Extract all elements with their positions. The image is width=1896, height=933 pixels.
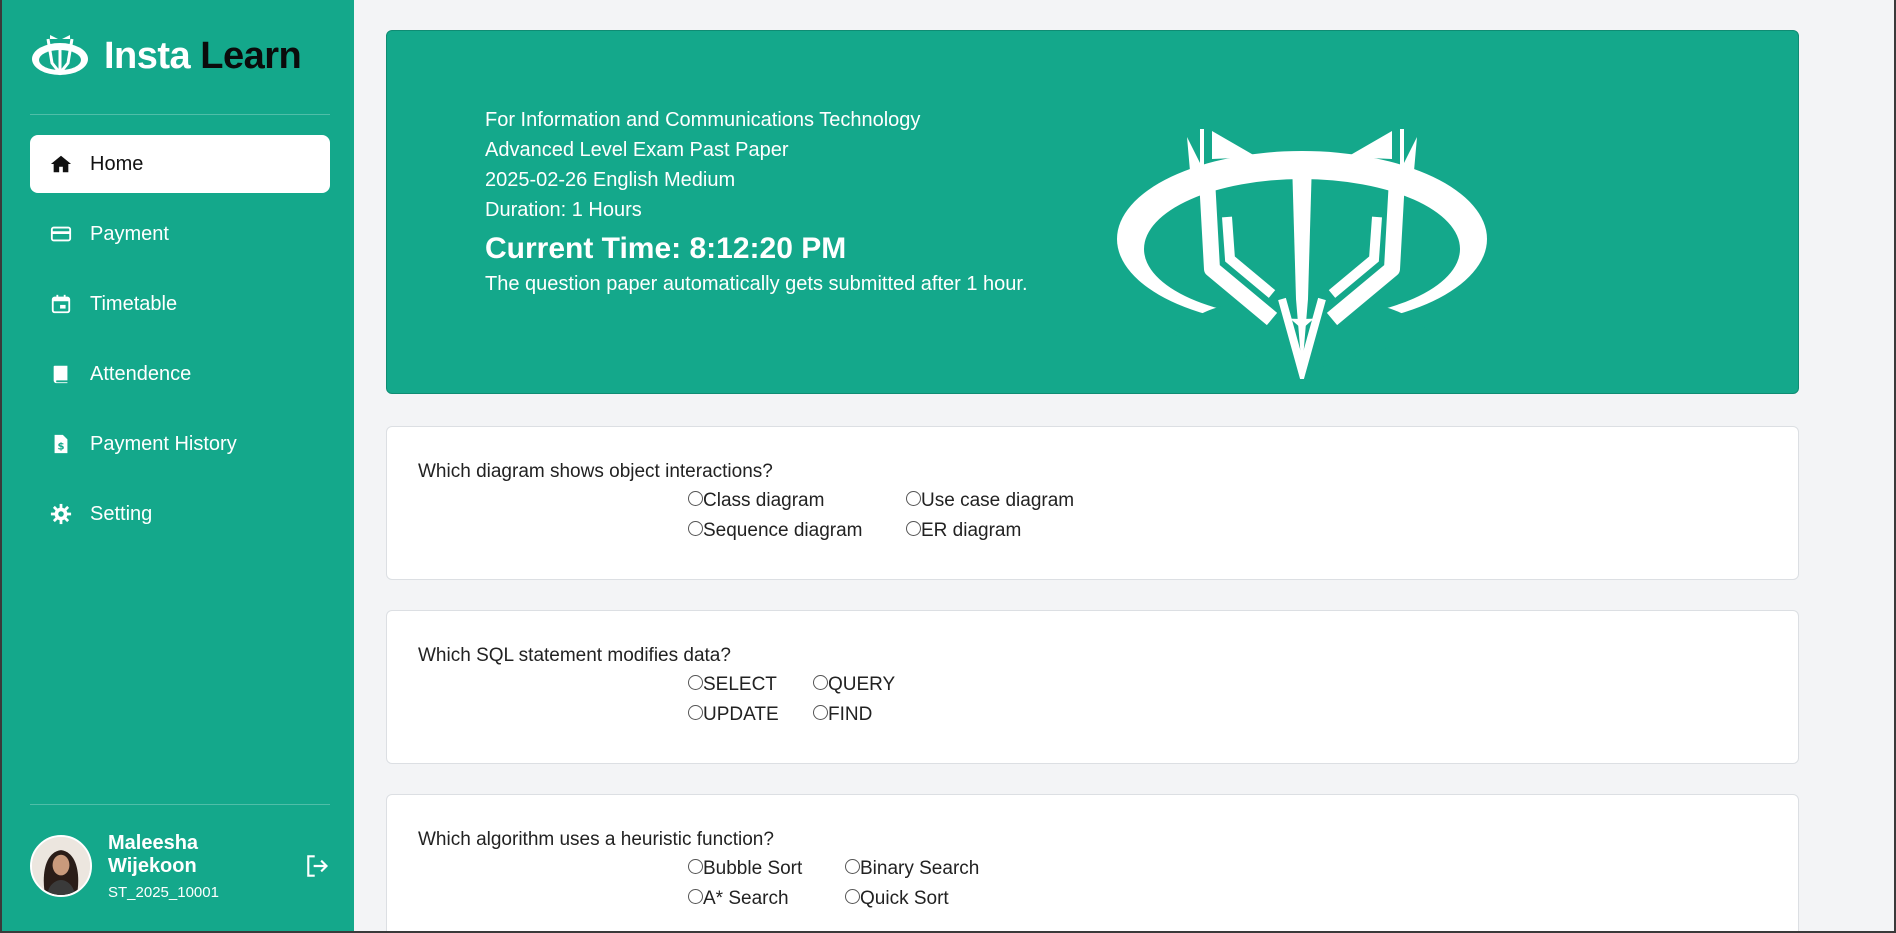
exam-header-banner: For Information and Communications Techn… [386, 30, 1799, 394]
user-name: Maleesha Wijekoon [108, 831, 199, 877]
current-time: Current Time: 8:12:20 PM [485, 232, 847, 265]
radio-button[interactable] [688, 490, 703, 506]
logout-icon[interactable] [304, 853, 330, 879]
sidebar-item-label: Attendence [90, 362, 192, 385]
svg-text:$: $ [57, 442, 64, 453]
option-label: ER diagram [921, 520, 1022, 541]
option-label: SELECT [703, 674, 777, 695]
brand-name-part1: Insta [104, 34, 191, 77]
brand[interactable]: Insta Learn [30, 26, 302, 86]
sidebar: Insta Learn Home Payment Timetable Atten… [2, 0, 354, 931]
dollar-document-icon: $ [54, 434, 68, 454]
question-card: Which diagram shows object interactions?… [386, 426, 1799, 580]
exam-subject: For Information and Communications Techn… [485, 109, 921, 131]
exam-date-medium: 2025-02-26 English Medium [485, 169, 736, 191]
option[interactable]: Class diagram [688, 489, 906, 513]
logo-icon [1117, 129, 1487, 379]
sidebar-item-setting[interactable]: Setting [30, 485, 330, 543]
sidebar-item-home[interactable]: Home [30, 135, 330, 193]
user-avatar-icon [32, 837, 90, 895]
calendar-icon [51, 294, 71, 314]
user-profile: Maleesha Wijekoon ST_2025_10001 [30, 831, 330, 901]
option[interactable]: Sequence diagram [688, 519, 906, 543]
logo-icon [32, 35, 88, 76]
avatar[interactable] [30, 835, 92, 897]
option-group: Bubble Sort Binary Search A* Search Quic… [688, 857, 979, 911]
question-text: Which diagram shows object interactions? [418, 461, 773, 482]
option-label: Class diagram [703, 490, 825, 511]
sidebar-item-label: Payment History [90, 432, 237, 455]
home-icon [50, 155, 72, 173]
option-label: UPDATE [703, 704, 779, 725]
option[interactable]: SELECT [688, 673, 813, 697]
sidebar-item-payment[interactable]: Payment [30, 205, 330, 263]
exam-duration: Duration: 1 Hours [485, 199, 642, 221]
gear-icon [50, 503, 72, 525]
question-text: Which algorithm uses a heuristic functio… [418, 829, 774, 850]
sidebar-item-label: Payment [90, 222, 169, 245]
sidebar-item-label: Home [90, 152, 144, 175]
option-label: QUERY [828, 674, 896, 695]
radio-button[interactable] [813, 674, 828, 690]
app-window: Insta Learn Home Payment Timetable Atten… [0, 0, 1896, 933]
radio-button[interactable] [688, 520, 703, 536]
sidebar-item-label: Setting [90, 502, 153, 525]
user-id: ST_2025_10001 [108, 883, 219, 901]
radio-button[interactable] [813, 704, 828, 720]
sidebar-item-label: Timetable [90, 292, 178, 315]
radio-button[interactable] [688, 858, 703, 874]
option[interactable]: ER diagram [906, 519, 1074, 543]
brand-name-part2: Learn [200, 34, 302, 77]
option[interactable]: Binary Search [845, 857, 979, 881]
exam-level: Advanced Level Exam Past Paper [485, 139, 789, 161]
sidebar-item-payment-history[interactable]: $ Payment History [30, 415, 330, 473]
radio-button[interactable] [845, 858, 860, 874]
radio-button[interactable] [845, 888, 860, 904]
sidebar-divider [30, 804, 330, 805]
option-label: Quick Sort [860, 888, 949, 909]
radio-button[interactable] [906, 520, 921, 536]
question-card: Which SQL statement modifies data? SELEC… [386, 610, 1799, 764]
radio-button[interactable] [688, 674, 703, 690]
option-group: SELECT QUERY UPDATE FIND [688, 673, 895, 727]
sidebar-nav: Home Payment Timetable Attendence $ Paym… [30, 135, 330, 555]
option[interactable]: Bubble Sort [688, 857, 845, 881]
option[interactable]: Use case diagram [906, 489, 1074, 513]
submission-note: The question paper automatically gets su… [485, 273, 1028, 295]
sidebar-item-timetable[interactable]: Timetable [30, 275, 330, 333]
radio-button[interactable] [688, 704, 703, 720]
radio-button[interactable] [906, 490, 921, 506]
option[interactable]: UPDATE [688, 703, 813, 727]
radio-button[interactable] [688, 888, 703, 904]
option[interactable]: FIND [813, 703, 895, 727]
option-group: Class diagram Use case diagram Sequence … [688, 489, 1074, 543]
option-label: Bubble Sort [703, 858, 803, 879]
question-text: Which SQL statement modifies data? [418, 645, 731, 666]
option-label: A* Search [703, 888, 789, 909]
option-label: FIND [828, 704, 873, 725]
option-label: Binary Search [860, 858, 980, 879]
credit-card-icon [50, 226, 72, 242]
option[interactable]: A* Search [688, 887, 845, 911]
sidebar-divider [30, 114, 330, 115]
option[interactable]: Quick Sort [845, 887, 979, 911]
option-label: Use case diagram [921, 490, 1075, 511]
book-icon [53, 365, 68, 384]
option[interactable]: QUERY [813, 673, 895, 697]
sidebar-item-attendence[interactable]: Attendence [30, 345, 330, 403]
option-label: Sequence diagram [703, 520, 863, 541]
question-card: Which algorithm uses a heuristic functio… [386, 794, 1799, 931]
